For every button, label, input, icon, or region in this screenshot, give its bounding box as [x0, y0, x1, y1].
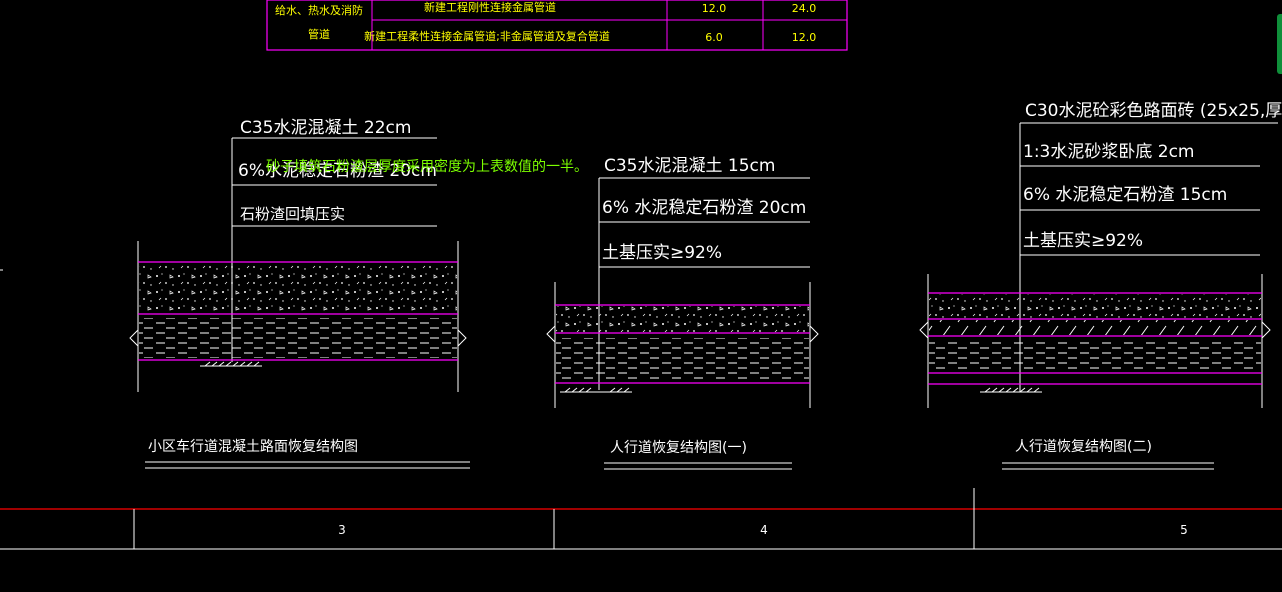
layer-label-3: 石粉渣回填压实 [240, 205, 345, 223]
table-row1-v2: 24.0 [792, 2, 817, 15]
table-row1-desc: 新建工程刚性连接金属管道 [424, 0, 556, 14]
table-row2-v1: 6.0 [705, 31, 723, 44]
diagram-sidewalk-2: C30水泥砼彩色路面砖 (25x25,厚5cm) 1:3水泥砂浆卧底 2cm 6… [919, 101, 1282, 470]
layer-label-2: 1:3水泥砂浆卧底 2cm [1023, 142, 1195, 162]
green-note: 砂子填筑石粉渣层厚度采用密度为上表数值的一半。 [266, 158, 588, 175]
sheet-number-5: 5 [1180, 523, 1188, 537]
layer-label-1: C35水泥混凝土 22cm [240, 118, 411, 138]
diagram-caption: 人行道恢复结构图(一) [610, 439, 747, 456]
table-row2-v2: 12.0 [792, 31, 817, 44]
layer-label-3: 6% 水泥稳定石粉渣 15cm [1023, 185, 1227, 205]
pipe-spec-table: 给水、热水及消防 管道 新建工程刚性连接金属管道 12.0 24.0 新建工程柔… [266, 0, 848, 51]
table-category-line2: 管道 [308, 27, 330, 41]
table-category-line1: 给水、热水及消防 [275, 3, 363, 17]
layer-label-1: C35水泥混凝土 15cm [604, 156, 775, 176]
table-row2-desc: 新建工程柔性连接金属管道;非金属管道及复合管道 [364, 29, 610, 43]
diagram-sidewalk-1: C35水泥混凝土 15cm 6% 水泥稳定石粉渣 20cm 土基压实≥92% 人… [546, 156, 819, 470]
layer-label-1: C30水泥砼彩色路面砖 (25x25,厚5cm) [1025, 101, 1282, 121]
table-row1-v1: 12.0 [702, 2, 727, 15]
cad-drawing-canvas[interactable]: 给水、热水及消防 管道 新建工程刚性连接金属管道 12.0 24.0 新建工程柔… [0, 0, 1282, 592]
layer-label-4: 土基压实≥92% [1023, 231, 1143, 251]
layer-label-2: 6% 水泥稳定石粉渣 20cm [602, 198, 806, 218]
sheet-number-4: 4 [760, 523, 768, 537]
sheet-title-block: 3 4 5 [0, 488, 1282, 550]
diagram-caption: 小区车行道混凝土路面恢复结构图 [148, 438, 358, 455]
sheet-number-3: 3 [338, 523, 346, 537]
layer-label-3: 土基压实≥92% [602, 243, 722, 263]
diagram-caption: 人行道恢复结构图(二) [1015, 438, 1152, 455]
